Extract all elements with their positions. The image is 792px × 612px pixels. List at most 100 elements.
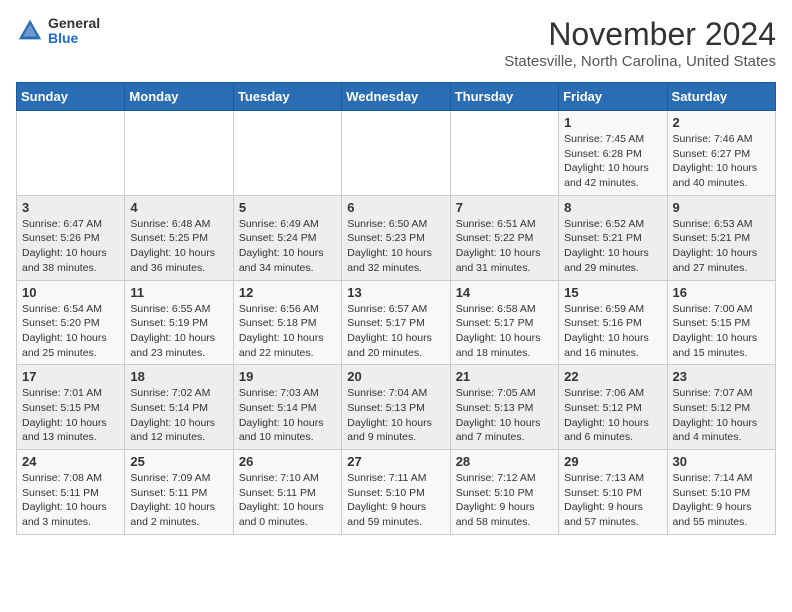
day-info: Sunrise: 7:02 AM Sunset: 5:14 PM Dayligh… [130,386,227,445]
calendar-cell: 8 Sunrise: 6:52 AM Sunset: 5:21 PM Daylig… [559,195,667,280]
title-area: November 2024 Statesville, North Carolin… [504,16,776,70]
day-number: 7 [456,200,553,215]
day-info: Sunrise: 6:47 AM Sunset: 5:26 PM Dayligh… [22,217,119,276]
day-number: 25 [130,454,227,469]
logo-general: General [48,16,100,31]
day-info: Sunrise: 6:51 AM Sunset: 5:22 PM Dayligh… [456,217,553,276]
calendar-cell: 1Sunrise: 7:45 AM Sunset: 6:28 PM Daylig… [559,111,667,196]
weekday-header: Friday [559,83,667,111]
day-number: 29 [564,454,661,469]
day-info: Sunrise: 6:59 AM Sunset: 5:16 PM Dayligh… [564,302,661,361]
logo-blue: Blue [48,31,100,46]
day-number: 10 [22,285,119,300]
day-info: Sunrise: 7:09 AM Sunset: 5:11 PM Dayligh… [130,471,227,530]
day-info: Sunrise: 7:08 AM Sunset: 5:11 PM Dayligh… [22,471,119,530]
calendar-week: 1Sunrise: 7:45 AM Sunset: 6:28 PM Daylig… [17,111,776,196]
day-info: Sunrise: 6:50 AM Sunset: 5:23 PM Dayligh… [347,217,444,276]
calendar-cell: 13Sunrise: 6:57 AM Sunset: 5:17 PM Dayli… [342,280,450,365]
day-info: Sunrise: 6:54 AM Sunset: 5:20 PM Dayligh… [22,302,119,361]
day-number: 3 [22,200,119,215]
calendar-cell: 21 Sunrise: 7:05 AM Sunset: 5:13 PM Dayli… [450,365,558,450]
calendar-cell: 29 Sunrise: 7:13 AM Sunset: 5:10 PM Dayli… [559,450,667,535]
day-number: 9 [673,200,770,215]
calendar-cell: 18Sunrise: 7:02 AM Sunset: 5:14 PM Dayli… [125,365,233,450]
day-number: 17 [22,369,119,384]
header: General Blue November 2024 Statesville, … [16,16,776,70]
calendar-cell: 15 Sunrise: 6:59 AM Sunset: 5:16 PM Dayli… [559,280,667,365]
calendar-body: 1Sunrise: 7:45 AM Sunset: 6:28 PM Daylig… [17,111,776,535]
calendar-week: 3 Sunrise: 6:47 AM Sunset: 5:26 PM Daylig… [17,195,776,280]
calendar-cell: 17 Sunrise: 7:01 AM Sunset: 5:15 PM Dayli… [17,365,125,450]
weekday-row: SundayMondayTuesdayWednesdayThursdayFrid… [17,83,776,111]
day-number: 27 [347,454,444,469]
day-info: Sunrise: 7:11 AM Sunset: 5:10 PM Dayligh… [347,471,444,530]
day-info: Sunrise: 7:05 AM Sunset: 5:13 PM Dayligh… [456,386,553,445]
location: Statesville, North Carolina, United Stat… [504,53,776,70]
day-info: Sunrise: 7:07 AM Sunset: 5:12 PM Dayligh… [673,386,770,445]
day-number: 12 [239,285,336,300]
calendar-cell: 4Sunrise: 6:48 AM Sunset: 5:25 PM Daylig… [125,195,233,280]
day-info: Sunrise: 7:13 AM Sunset: 5:10 PM Dayligh… [564,471,661,530]
day-number: 4 [130,200,227,215]
calendar-cell: 11Sunrise: 6:55 AM Sunset: 5:19 PM Dayli… [125,280,233,365]
day-info: Sunrise: 6:49 AM Sunset: 5:24 PM Dayligh… [239,217,336,276]
day-info: Sunrise: 6:58 AM Sunset: 5:17 PM Dayligh… [456,302,553,361]
weekday-header: Thursday [450,83,558,111]
day-info: Sunrise: 7:03 AM Sunset: 5:14 PM Dayligh… [239,386,336,445]
day-info: Sunrise: 6:57 AM Sunset: 5:17 PM Dayligh… [347,302,444,361]
calendar: SundayMondayTuesdayWednesdayThursdayFrid… [16,82,776,535]
day-info: Sunrise: 6:55 AM Sunset: 5:19 PM Dayligh… [130,302,227,361]
day-number: 23 [673,369,770,384]
calendar-week: 10 Sunrise: 6:54 AM Sunset: 5:20 PM Dayli… [17,280,776,365]
day-info: Sunrise: 7:04 AM Sunset: 5:13 PM Dayligh… [347,386,444,445]
day-number: 19 [239,369,336,384]
logo-icon [16,17,44,45]
weekday-header: Saturday [667,83,775,111]
calendar-cell: 12Sunrise: 6:56 AM Sunset: 5:18 PM Dayli… [233,280,341,365]
day-number: 6 [347,200,444,215]
calendar-cell: 14Sunrise: 6:58 AM Sunset: 5:17 PM Dayli… [450,280,558,365]
calendar-cell: 9 Sunrise: 6:53 AM Sunset: 5:21 PM Daylig… [667,195,775,280]
calendar-cell [342,111,450,196]
calendar-cell: 5Sunrise: 6:49 AM Sunset: 5:24 PM Daylig… [233,195,341,280]
weekday-header: Sunday [17,83,125,111]
calendar-cell: 2Sunrise: 7:46 AM Sunset: 6:27 PM Daylig… [667,111,775,196]
day-number: 30 [673,454,770,469]
calendar-cell: 30Sunrise: 7:14 AM Sunset: 5:10 PM Dayli… [667,450,775,535]
day-info: Sunrise: 7:01 AM Sunset: 5:15 PM Dayligh… [22,386,119,445]
day-number: 26 [239,454,336,469]
calendar-cell: 3 Sunrise: 6:47 AM Sunset: 5:26 PM Daylig… [17,195,125,280]
calendar-cell [17,111,125,196]
calendar-cell: 10 Sunrise: 6:54 AM Sunset: 5:20 PM Dayli… [17,280,125,365]
day-number: 22 [564,369,661,384]
month-title: November 2024 [504,16,776,53]
calendar-cell: 23 Sunrise: 7:07 AM Sunset: 5:12 PM Dayli… [667,365,775,450]
day-number: 28 [456,454,553,469]
day-info: Sunrise: 6:53 AM Sunset: 5:21 PM Dayligh… [673,217,770,276]
calendar-cell [450,111,558,196]
logo-text: General Blue [48,16,100,47]
day-info: Sunrise: 7:10 AM Sunset: 5:11 PM Dayligh… [239,471,336,530]
calendar-cell: 20Sunrise: 7:04 AM Sunset: 5:13 PM Dayli… [342,365,450,450]
calendar-cell: 7 Sunrise: 6:51 AM Sunset: 5:22 PM Daylig… [450,195,558,280]
calendar-cell: 27 Sunrise: 7:11 AM Sunset: 5:10 PM Dayli… [342,450,450,535]
weekday-header: Monday [125,83,233,111]
day-number: 15 [564,285,661,300]
calendar-week: 24Sunrise: 7:08 AM Sunset: 5:11 PM Dayli… [17,450,776,535]
day-number: 8 [564,200,661,215]
calendar-cell: 28 Sunrise: 7:12 AM Sunset: 5:10 PM Dayli… [450,450,558,535]
calendar-cell: 25 Sunrise: 7:09 AM Sunset: 5:11 PM Dayli… [125,450,233,535]
day-number: 2 [673,115,770,130]
day-number: 21 [456,369,553,384]
day-info: Sunrise: 6:52 AM Sunset: 5:21 PM Dayligh… [564,217,661,276]
calendar-cell [233,111,341,196]
day-number: 1 [564,115,661,130]
calendar-cell [125,111,233,196]
calendar-week: 17 Sunrise: 7:01 AM Sunset: 5:15 PM Dayli… [17,365,776,450]
calendar-cell: 6 Sunrise: 6:50 AM Sunset: 5:23 PM Daylig… [342,195,450,280]
day-info: Sunrise: 7:06 AM Sunset: 5:12 PM Dayligh… [564,386,661,445]
calendar-cell: 24Sunrise: 7:08 AM Sunset: 5:11 PM Dayli… [17,450,125,535]
day-info: Sunrise: 7:12 AM Sunset: 5:10 PM Dayligh… [456,471,553,530]
calendar-cell: 16Sunrise: 7:00 AM Sunset: 5:15 PM Dayli… [667,280,775,365]
calendar-cell: 19 Sunrise: 7:03 AM Sunset: 5:14 PM Dayli… [233,365,341,450]
